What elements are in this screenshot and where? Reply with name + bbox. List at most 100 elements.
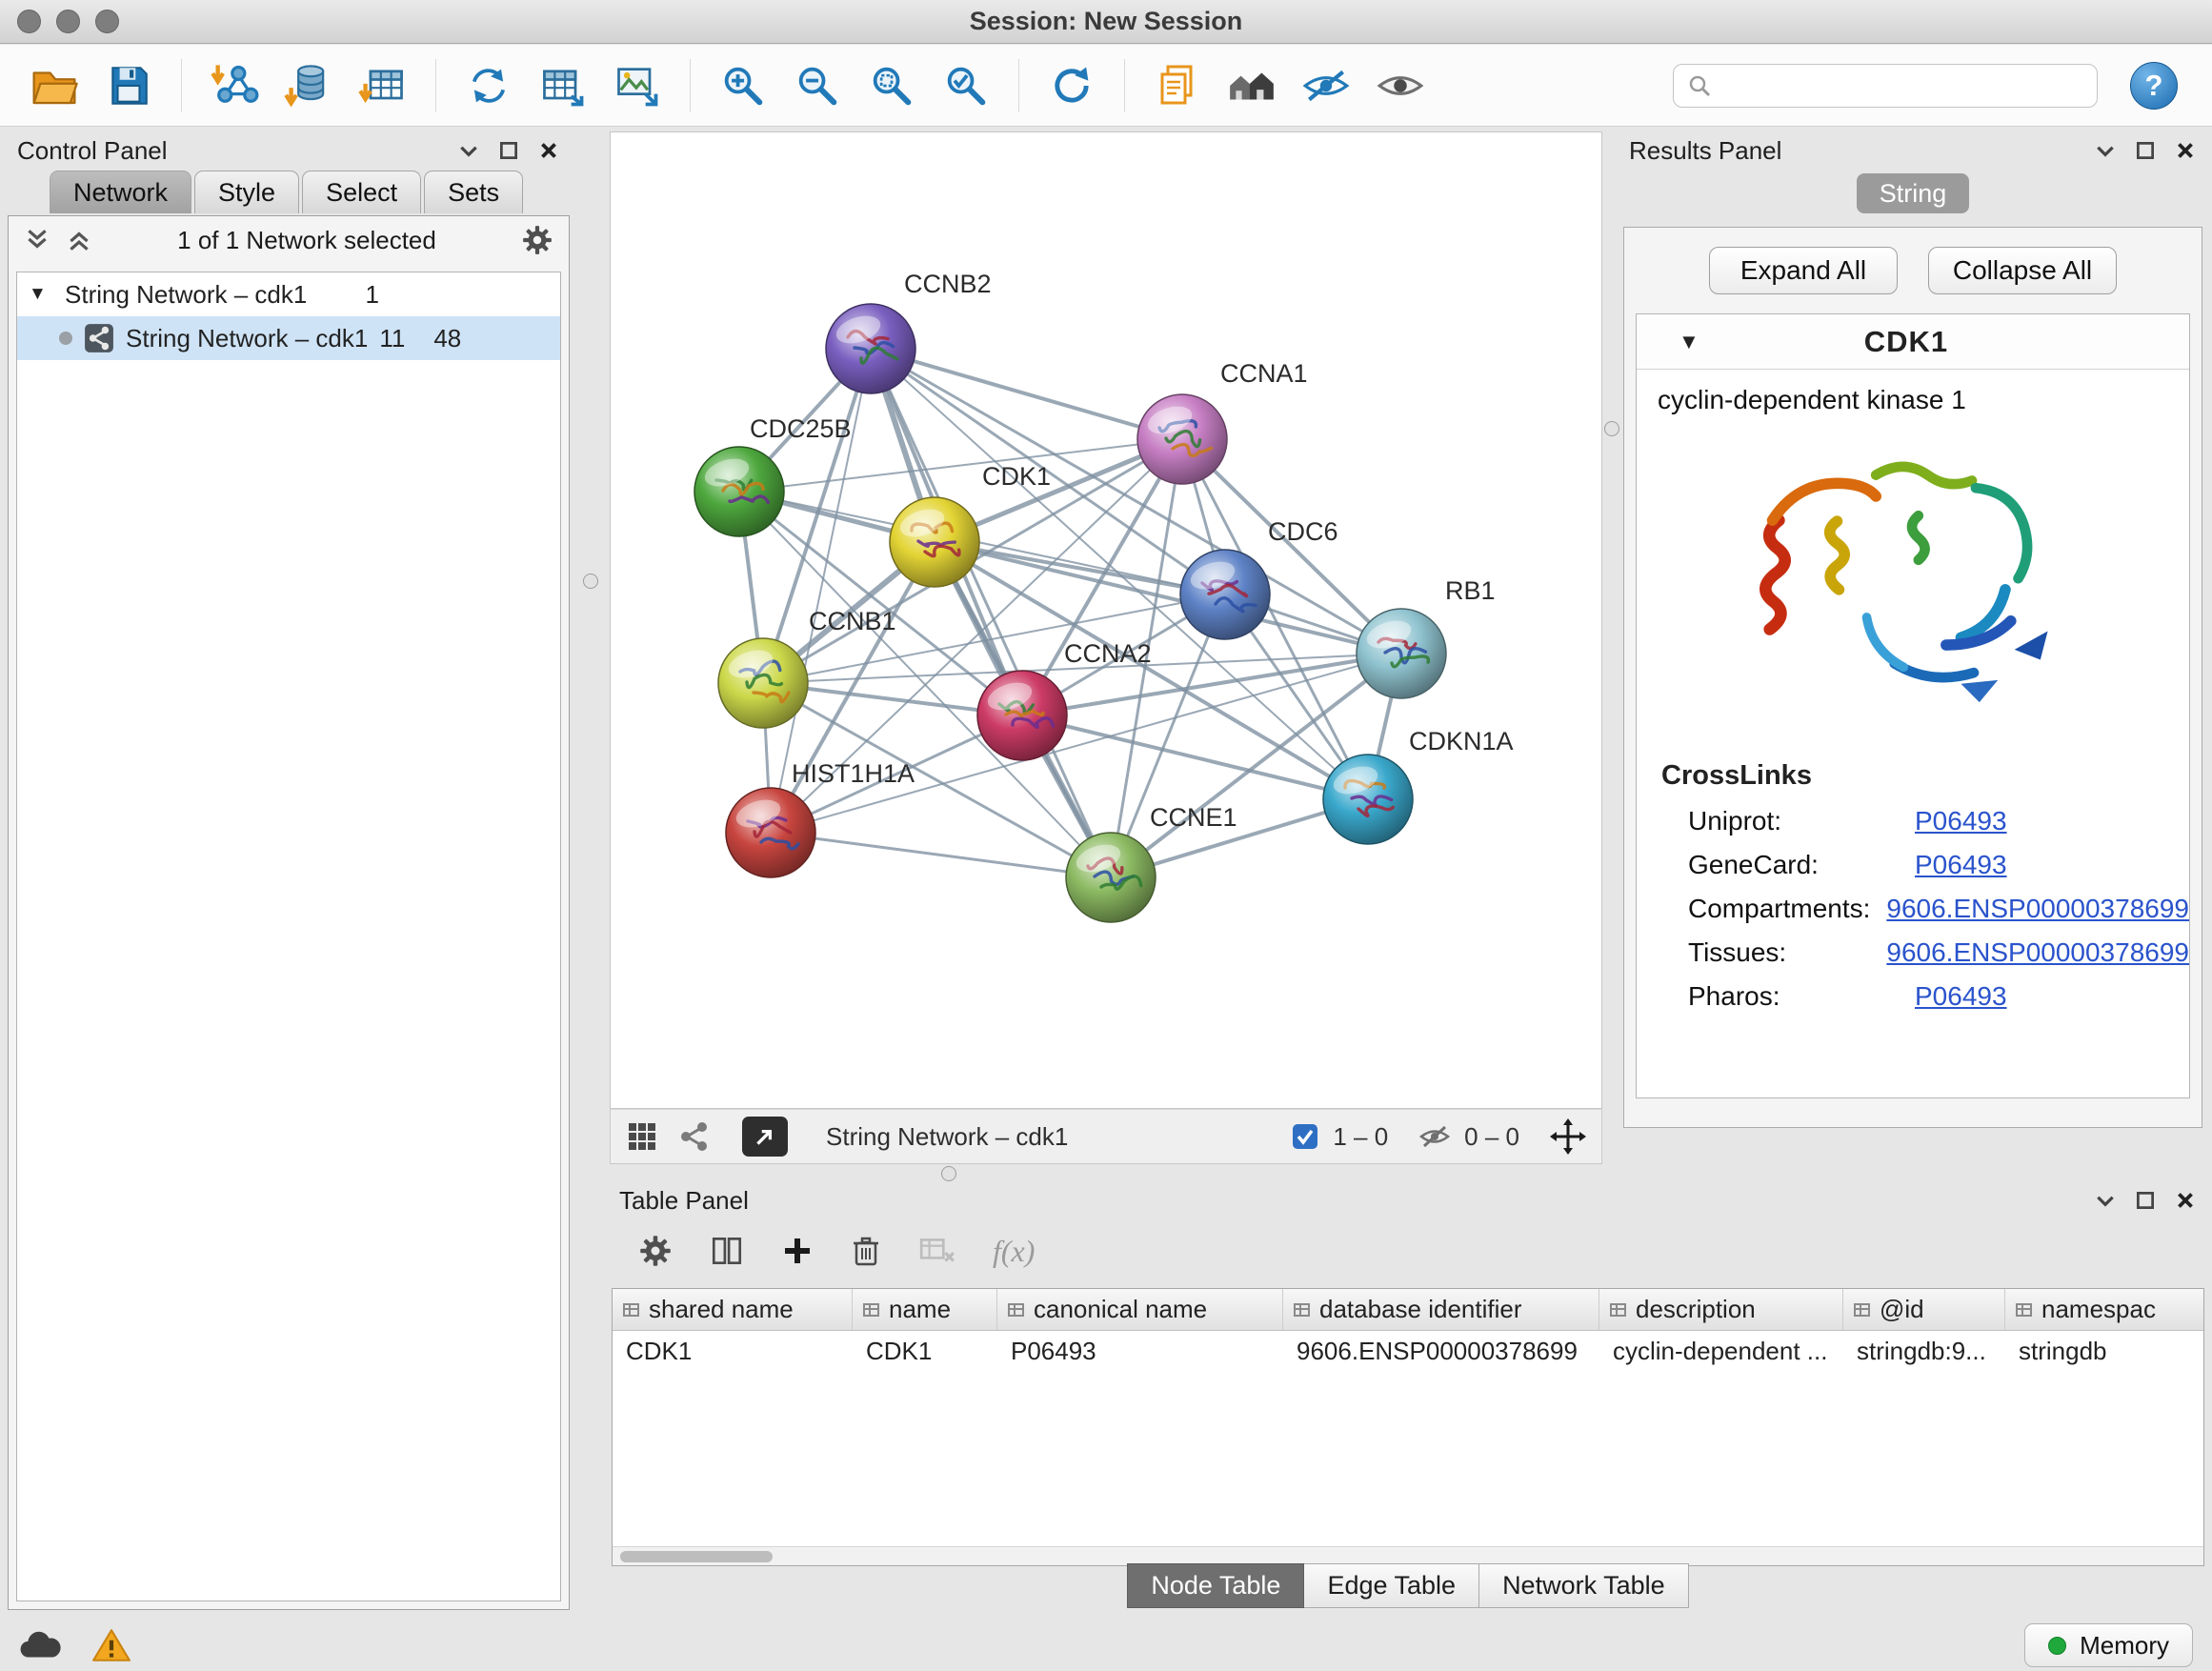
show-columns-icon[interactable] — [709, 1233, 745, 1269]
crosslink-link[interactable]: P06493 — [1915, 981, 2007, 1012]
close-window-button[interactable] — [17, 10, 41, 33]
column-header--id[interactable]: @id — [1843, 1289, 2005, 1330]
panel-menu-chevron-icon[interactable] — [2094, 139, 2117, 162]
pan-crosshair-icon[interactable] — [1550, 1118, 1586, 1155]
column-header-shared-name[interactable]: shared name — [613, 1289, 853, 1330]
open-in-window-button[interactable] — [742, 1117, 788, 1157]
search-input[interactable] — [1721, 71, 2083, 99]
panel-menu-chevron-icon[interactable] — [2094, 1189, 2117, 1212]
hide-panels-button[interactable] — [1293, 52, 1359, 119]
collapse-triangle-icon[interactable]: ▼ — [29, 284, 53, 305]
network-row[interactable]: String Network – cdk1 11 48 — [17, 316, 560, 360]
network-node-CCNA1[interactable]: CCNA1 — [1137, 359, 1308, 484]
tab-network-table[interactable]: Network Table — [1479, 1563, 1689, 1608]
collapse-all-networks-icon[interactable] — [24, 227, 50, 253]
home-button[interactable] — [1218, 52, 1285, 119]
table-row[interactable]: CDK1CDK1P064939606.ENSP00000378699cyclin… — [613, 1331, 2203, 1371]
hidden-count: 0 – 0 — [1464, 1122, 1519, 1152]
show-panels-button[interactable] — [1367, 52, 1434, 119]
network-node-CDC25B[interactable]: CDC25B — [694, 414, 852, 536]
column-header-description[interactable]: description — [1599, 1289, 1843, 1330]
node-label: CCNA2 — [1064, 639, 1152, 668]
zoom-out-button[interactable] — [784, 52, 851, 119]
memory-button[interactable]: Memory — [2024, 1623, 2193, 1667]
network-node-RB1[interactable]: RB1 — [1357, 576, 1496, 698]
horizontal-splitter-handle[interactable] — [941, 1166, 956, 1181]
zoom-fit-button[interactable] — [858, 52, 925, 119]
network-node-CCNB1[interactable]: CCNB1 — [718, 607, 896, 728]
network-options-gear-icon[interactable] — [521, 224, 553, 256]
import-table-button[interactable] — [350, 52, 416, 119]
close-panel-icon[interactable] — [2174, 139, 2197, 162]
expand-all-networks-icon[interactable] — [66, 227, 92, 253]
network-share-icon[interactable] — [677, 1120, 710, 1153]
column-header-namespac[interactable]: namespac — [2005, 1289, 2204, 1330]
add-column-icon[interactable] — [781, 1235, 814, 1267]
tab-string[interactable]: String — [1857, 173, 1969, 213]
crosslink-link[interactable]: P06493 — [1915, 806, 2007, 836]
vertical-splitter-handle[interactable] — [583, 574, 598, 589]
import-network-database-button[interactable] — [275, 52, 342, 119]
column-header-database-identifier[interactable]: database identifier — [1283, 1289, 1599, 1330]
collapse-card-icon[interactable]: ▼ — [1679, 330, 1699, 354]
grid-view-icon[interactable] — [626, 1120, 658, 1153]
zoom-in-button[interactable] — [710, 52, 776, 119]
network-canvas[interactable]: CCNB2CCNA1CDC25BCDK1CDC6RB1CCNB1CCNA2CDK… — [611, 132, 1601, 1108]
vertical-splitter-handle[interactable] — [1604, 421, 1619, 436]
cloud-icon[interactable] — [19, 1629, 63, 1661]
crosslink-label: Uniprot: — [1688, 806, 1915, 836]
delete-column-icon[interactable] — [850, 1234, 882, 1268]
function-builder-icon[interactable]: f(x) — [993, 1234, 1035, 1269]
warning-icon[interactable] — [91, 1627, 131, 1663]
crosslinks-title: CrossLinks — [1637, 737, 2189, 799]
open-session-button[interactable] — [21, 52, 88, 119]
minimize-window-button[interactable] — [56, 10, 80, 33]
refresh-button[interactable] — [1038, 52, 1105, 119]
network-view[interactable]: CCNB2CCNA1CDC25BCDK1CDC6RB1CCNB1CCNA2CDK… — [610, 131, 1602, 1109]
horizontal-scrollbar[interactable] — [613, 1546, 2203, 1565]
hidden-eye-icon[interactable] — [1418, 1123, 1451, 1150]
zoom-window-button[interactable] — [95, 10, 119, 33]
scrollbar-thumb[interactable] — [620, 1551, 773, 1562]
crosslink-link[interactable]: P06493 — [1915, 850, 2007, 880]
tab-style[interactable]: Style — [194, 171, 299, 213]
eye-slash-icon — [1300, 64, 1352, 108]
collapse-all-button[interactable]: Collapse All — [1928, 247, 2117, 294]
network-node-CDC6[interactable]: CDC6 — [1180, 517, 1338, 639]
export-image-button[interactable] — [604, 52, 671, 119]
tab-edge-table[interactable]: Edge Table — [1304, 1563, 1479, 1608]
tab-sets[interactable]: Sets — [424, 171, 523, 213]
houses-icon — [1226, 64, 1277, 108]
float-panel-icon[interactable] — [2134, 1189, 2157, 1212]
export-table-button[interactable] — [530, 52, 596, 119]
save-session-button[interactable] — [95, 52, 162, 119]
table-settings-gear-icon[interactable] — [638, 1234, 673, 1268]
table-cell: stringdb — [2005, 1337, 2204, 1366]
expand-all-button[interactable]: Expand All — [1709, 247, 1898, 294]
import-network-file-button[interactable] — [201, 52, 268, 119]
help-button[interactable]: ? — [2130, 62, 2178, 110]
tab-node-table[interactable]: Node Table — [1127, 1563, 1304, 1608]
network-collection-row[interactable]: ▼ String Network – cdk1 1 — [17, 272, 560, 316]
clipboard-button[interactable] — [1144, 52, 1211, 119]
zoom-selected-button[interactable] — [933, 52, 999, 119]
selected-checkbox-icon[interactable] — [1291, 1122, 1319, 1151]
column-header-name[interactable]: name — [853, 1289, 997, 1330]
float-panel-icon[interactable] — [497, 139, 520, 162]
panel-menu-chevron-icon[interactable] — [457, 139, 480, 162]
tab-select[interactable]: Select — [302, 171, 421, 213]
crosslink-link[interactable]: 9606.ENSP00000378699 — [1886, 937, 2189, 968]
close-panel-icon[interactable] — [537, 139, 560, 162]
node-label: CDK1 — [982, 462, 1051, 491]
network-node-CCNE1[interactable]: CCNE1 — [1066, 803, 1237, 922]
node-label: CCNB1 — [809, 607, 896, 635]
floppy-icon — [105, 62, 152, 110]
traffic-lights — [17, 10, 119, 33]
close-panel-icon[interactable] — [2174, 1189, 2197, 1212]
tab-network[interactable]: Network — [50, 171, 191, 213]
column-header-canonical-name[interactable]: canonical name — [997, 1289, 1283, 1330]
clone-network-button[interactable] — [455, 52, 522, 119]
float-panel-icon[interactable] — [2134, 139, 2157, 162]
network-node-CDKN1A[interactable]: CDKN1A — [1323, 727, 1514, 844]
crosslink-link[interactable]: 9606.ENSP00000378699 — [1886, 894, 2189, 924]
